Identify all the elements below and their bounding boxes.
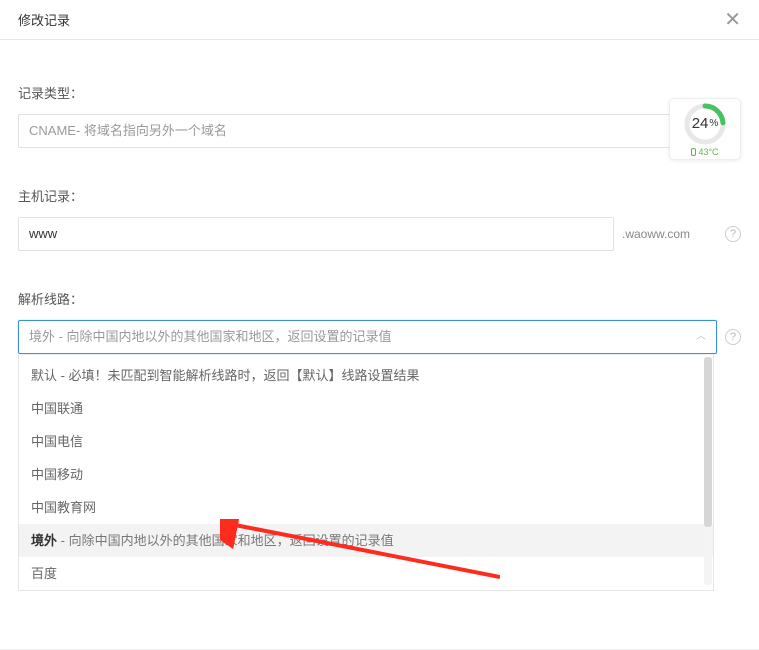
route-dropdown-list: 默认 - 必填！未匹配到智能解析线路时，返回【默认】线路设置结果 中国联通 中国… xyxy=(19,355,713,591)
host-record-row: www .waoww.com ? xyxy=(18,217,741,251)
scrollbar-track[interactable] xyxy=(704,357,712,585)
route-option-unicom[interactable]: 中国联通 xyxy=(19,392,713,425)
perf-percent-value: 24 xyxy=(692,115,709,132)
help-icon[interactable]: ? xyxy=(725,226,741,242)
route-wrap: 境外 - 向除中国内地以外的其他国家和地区，返回设置的记录值 ︿ ? 默认 - … xyxy=(18,320,741,354)
close-icon[interactable]: ✕ xyxy=(724,10,741,30)
modal-content: 记录类型： CNAME- 将域名指向另外一个域名 ﹀ 主机记录： www .wa… xyxy=(0,40,759,354)
route-option-prefix: 境外 xyxy=(31,533,57,548)
perf-temp-value: 43°C xyxy=(698,147,718,157)
perf-percent-sign: % xyxy=(709,118,718,129)
perf-ring: 24% xyxy=(683,102,727,146)
field-route: 解析线路： 境外 - 向除中国内地以外的其他国家和地区，返回设置的记录值 ︿ ?… xyxy=(18,251,741,354)
perf-percent-text: 24% xyxy=(683,102,727,146)
field-record-type: 记录类型： CNAME- 将域名指向另外一个域名 ﹀ xyxy=(18,45,741,148)
host-record-input[interactable]: www xyxy=(18,217,614,251)
perf-widget: 24% 43°C xyxy=(669,98,741,160)
scrollbar-thumb[interactable] xyxy=(704,357,712,527)
route-option-bing[interactable]: 必应 xyxy=(19,590,713,591)
route-select[interactable]: 境外 - 向除中国内地以外的其他国家和地区，返回设置的记录值 ︿ xyxy=(18,320,717,354)
field-host-record: 主机记录： www .waoww.com ? xyxy=(18,148,741,251)
route-select-value: 境外 - 向除中国内地以外的其他国家和地区，返回设置的记录值 xyxy=(29,329,392,344)
route-option-overseas[interactable]: 境外 - 向除中国内地以外的其他国家和地区，返回设置的记录值 xyxy=(19,524,713,557)
host-record-suffix: .waoww.com xyxy=(614,227,717,241)
record-type-label: 记录类型： xyxy=(18,45,741,114)
record-type-value: CNAME- 将域名指向另外一个域名 xyxy=(29,123,227,138)
host-record-label: 主机记录： xyxy=(18,148,741,217)
route-option-edu[interactable]: 中国教育网 xyxy=(19,491,713,524)
route-option-default[interactable]: 默认 - 必填！未匹配到智能解析线路时，返回【默认】线路设置结果 xyxy=(19,359,713,392)
modal-title: 修改记录 xyxy=(18,10,70,29)
route-dropdown: 默认 - 必填！未匹配到智能解析线路时，返回【默认】线路设置结果 中国联通 中国… xyxy=(18,355,714,591)
route-option-baidu[interactable]: 百度 xyxy=(19,557,713,590)
route-option-mobile[interactable]: 中国移动 xyxy=(19,458,713,491)
route-option-telecom[interactable]: 中国电信 xyxy=(19,425,713,458)
thermometer-icon xyxy=(691,148,696,156)
host-record-value: www xyxy=(29,226,57,241)
chevron-up-icon: ︿ xyxy=(696,321,706,353)
record-type-select[interactable]: CNAME- 将域名指向另外一个域名 ﹀ xyxy=(18,114,741,148)
route-option-rest: - 向除中国内地以外的其他国家和地区，返回设置的记录值 xyxy=(57,533,394,548)
help-icon[interactable]: ? xyxy=(725,329,741,345)
modal-header: 修改记录 ✕ xyxy=(0,0,759,40)
route-label: 解析线路： xyxy=(18,251,741,320)
perf-temp: 43°C xyxy=(691,147,718,157)
